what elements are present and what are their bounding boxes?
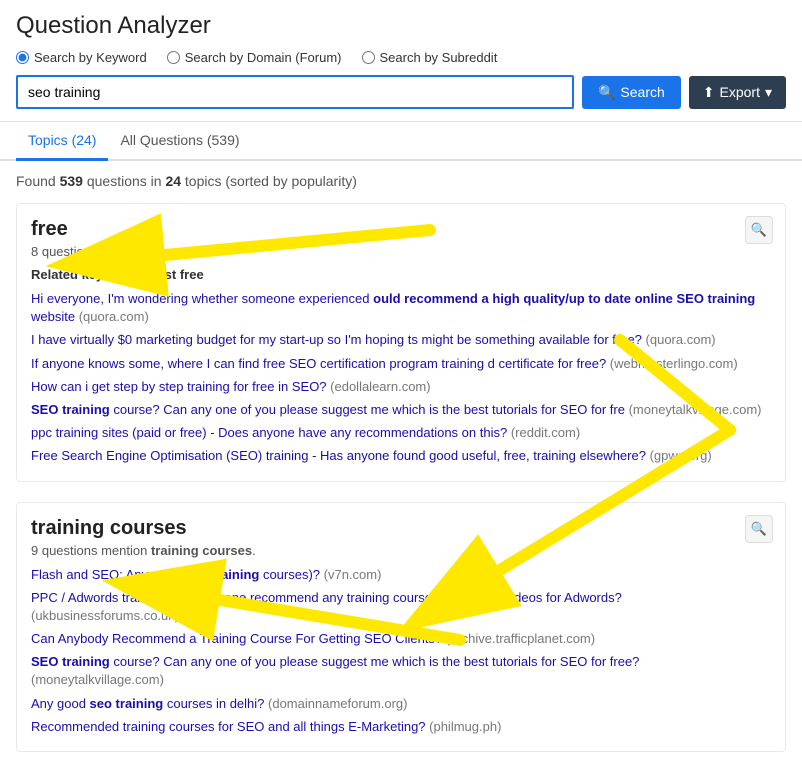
question-link[interactable]: Recommended training courses for SEO and… (31, 718, 771, 736)
tab-all-questions[interactable]: All Questions (539) (108, 122, 251, 161)
related-keywords-free: Related keywords: best free (31, 267, 771, 282)
search-row: 🔍 Search ⬆ Export ▾ (16, 75, 786, 109)
question-link[interactable]: PPC / Adwords training - Can anyone reco… (31, 589, 771, 625)
search-by-subreddit-radio[interactable]: Search by Subreddit (362, 50, 498, 65)
chevron-down-icon: ▾ (765, 84, 772, 101)
results-summary: Found 539 questions in 24 topics (sorted… (16, 173, 786, 189)
topic-title-training-courses: training courses (31, 517, 771, 540)
topic-search-icon-training[interactable]: 🔍 (745, 515, 773, 543)
page-title: Question Analyzer (16, 12, 786, 40)
search-by-domain-radio[interactable]: Search by Domain (Forum) (167, 50, 342, 65)
search-button[interactable]: 🔍 Search (582, 76, 681, 109)
topic-search-icon-free[interactable]: 🔍 (745, 216, 773, 244)
tab-topics[interactable]: Topics (24) (16, 122, 108, 161)
question-link[interactable]: Any good seo training courses in delhi? … (31, 695, 771, 713)
topic-meta-free: 8 questions mention free. (31, 244, 771, 259)
question-link[interactable]: I have virtually $0 marketing budget for… (31, 331, 771, 349)
question-link[interactable]: Can Anybody Recommend a Training Course … (31, 630, 771, 648)
search-icon: 🔍 (598, 84, 615, 101)
topic-section-training-courses: 🔍 training courses 9 questions mention t… (16, 502, 786, 753)
question-link[interactable]: SEO training course? Can any one of you … (31, 401, 771, 419)
question-link[interactable]: Hi everyone, I'm wondering whether someo… (31, 290, 771, 326)
topic-meta-training-courses: 9 questions mention training courses. (31, 543, 771, 558)
tabs-row: Topics (24) All Questions (539) (0, 122, 802, 161)
question-link[interactable]: How can i get step by step training for … (31, 378, 771, 396)
main-content: Found 539 questions in 24 topics (sorted… (0, 161, 802, 784)
question-link[interactable]: ppc training sites (paid or free) - Does… (31, 424, 771, 442)
search-input[interactable] (16, 75, 574, 109)
topic-title-free: free (31, 218, 771, 241)
export-button[interactable]: ⬆ Export ▾ (689, 76, 786, 109)
search-type-row: Search by Keyword Search by Domain (Foru… (16, 50, 786, 65)
question-link[interactable]: If anyone knows some, where I can find f… (31, 355, 771, 373)
export-icon: ⬆ (703, 84, 715, 101)
page-header: Question Analyzer Search by Keyword Sear… (0, 0, 802, 122)
question-link[interactable]: SEO training course? Can any one of you … (31, 653, 771, 689)
question-link[interactable]: Flash and SEO; Anyone? SEO training cour… (31, 566, 771, 584)
search-by-keyword-radio[interactable]: Search by Keyword (16, 50, 147, 65)
question-link[interactable]: Free Search Engine Optimisation (SEO) tr… (31, 447, 771, 465)
topic-section-free: 🔍 free 8 questions mention free. Related… (16, 203, 786, 482)
